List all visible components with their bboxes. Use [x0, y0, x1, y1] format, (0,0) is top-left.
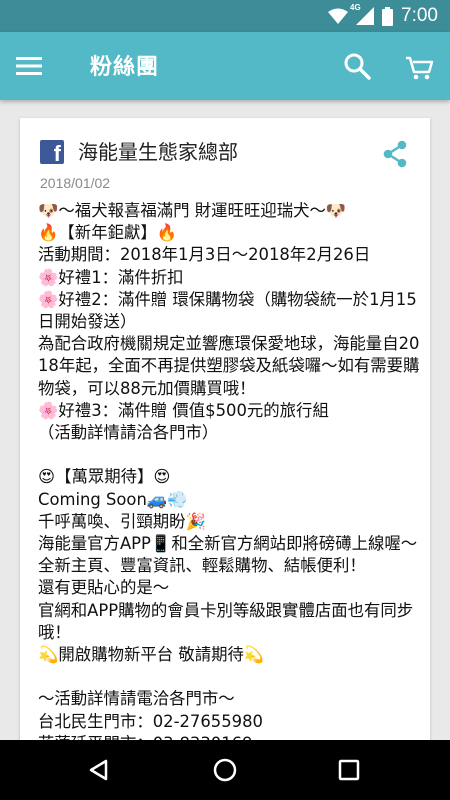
facebook-icon: f — [40, 140, 64, 164]
cart-button[interactable] — [404, 52, 436, 82]
post-date: 2018/01/02 — [40, 175, 111, 191]
post-body: 🐶～福犬報喜福滿門 財運旺旺迎瑞犬～🐶 🔥【新年鉅獻】🔥 活動期間：2018年1… — [38, 201, 420, 753]
post-card: f 海能量生態家總部 2018/01/02 🐶～福犬報喜福滿門 財運旺旺迎瑞犬～… — [20, 118, 430, 758]
back-icon — [89, 759, 108, 781]
status-icons: 4G 7:00 — [328, 3, 438, 26]
navigation-bar — [0, 740, 450, 800]
signal-icon: 4G — [350, 3, 375, 25]
status-time: 7:00 — [401, 5, 438, 26]
share-button[interactable] — [382, 140, 408, 168]
cart-icon — [406, 56, 434, 80]
share-icon — [383, 140, 407, 168]
page-name[interactable]: 海能量生態家總部 — [78, 136, 238, 165]
back-button[interactable] — [84, 755, 114, 785]
app-bar: 粉絲團 — [0, 32, 450, 100]
menu-icon — [16, 57, 42, 75]
battery-icon — [382, 6, 394, 26]
search-icon — [344, 53, 371, 80]
home-icon — [213, 758, 237, 782]
network-type: 4G — [350, 3, 361, 12]
status-bar: 4G 7:00 — [0, 0, 450, 32]
wifi-icon — [328, 8, 349, 24]
search-button[interactable] — [343, 52, 373, 82]
app-title: 粉絲團 — [90, 55, 160, 80]
recents-icon — [338, 759, 360, 781]
menu-button[interactable] — [14, 51, 56, 81]
recents-button[interactable] — [334, 755, 364, 785]
home-button[interactable] — [210, 755, 240, 785]
